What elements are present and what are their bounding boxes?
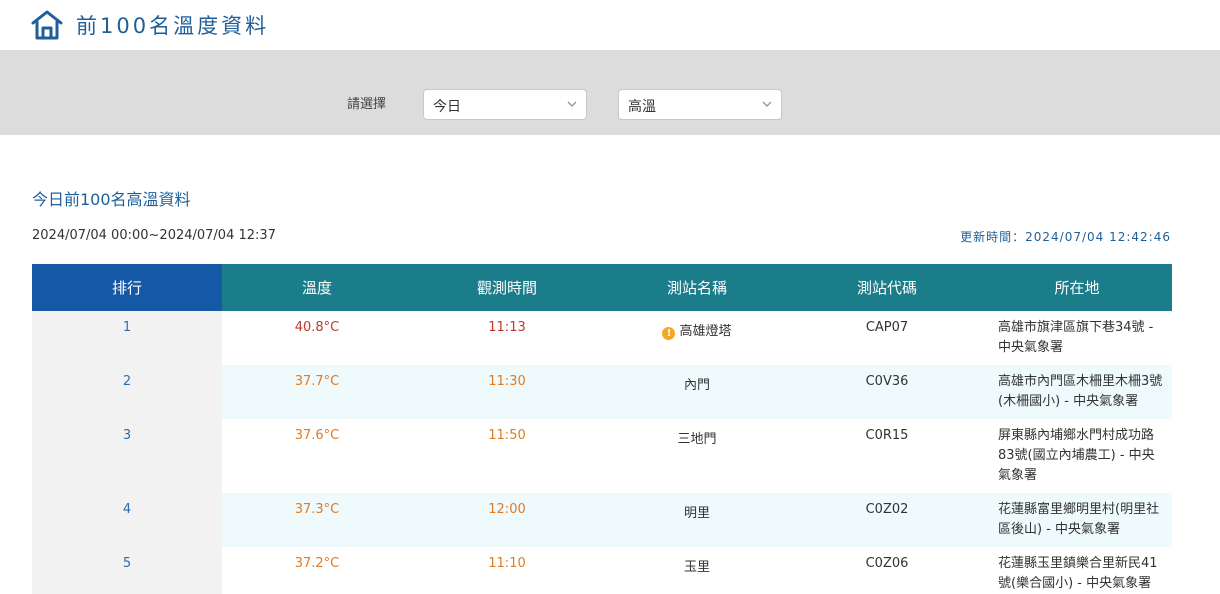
- header-station[interactable]: 測站名稱: [602, 264, 792, 311]
- cell-rank: 3: [32, 419, 222, 493]
- day-select-value: 今日: [433, 99, 461, 115]
- cell-location: 花蓮縣玉里鎮樂合里新民41號(樂合國小) - 中央氣象署: [982, 547, 1172, 594]
- cell-station[interactable]: ! 高雄燈塔: [602, 311, 792, 365]
- cell-code-text: C0V36: [865, 374, 909, 389]
- cell-location-text: 高雄市旗津區旗下巷34號 - 中央氣象署: [998, 320, 1154, 355]
- cell-location-text: 屏東縣內埔鄉水門村成功路83號(國立內埔農工) - 中央氣象署: [998, 428, 1155, 483]
- cell-code-text: CAP07: [865, 320, 909, 335]
- update-label: 更新時間：: [960, 230, 1026, 244]
- header-time[interactable]: 觀測時間: [412, 264, 602, 311]
- cell-code: C0R15: [792, 419, 982, 493]
- cell-time: 11:30: [412, 365, 602, 419]
- cell-location-text: 花蓮縣玉里鎮樂合里新民41號(樂合國小) - 中央氣象署: [998, 556, 1158, 591]
- cell-code-text: C0Z02: [865, 502, 909, 517]
- temperature-table: 排行 溫度 觀測時間 測站名稱 測站代碼 所在地 1 40.8°C 11:13! 高雄…: [32, 264, 1172, 594]
- cell-temp: 40.8°C: [222, 311, 412, 365]
- cell-station[interactable]: 三地門: [602, 419, 792, 493]
- cell-station-text: 高雄燈塔: [679, 324, 732, 339]
- header-code[interactable]: 測站代碼: [792, 264, 982, 311]
- cell-time-text: 11:50: [488, 428, 526, 443]
- cell-temp: 37.7°C: [222, 365, 412, 419]
- cell-code: C0V36: [792, 365, 982, 419]
- cell-location-text: 花蓮縣富里鄉明里村(明里社區後山) - 中央氣象署: [998, 502, 1160, 537]
- header-temp[interactable]: 溫度: [222, 264, 412, 311]
- chevron-down-icon: [762, 101, 772, 107]
- table-row: 2 37.7°C 11:30 內門 C0V36 高雄市內門區木柵里木柵3號(木柵國小) -…: [32, 365, 1172, 419]
- chevron-down-icon: [567, 101, 577, 107]
- filter-bar: 請選擇 今日 高溫: [0, 50, 1220, 135]
- cell-rank-text: 3: [122, 428, 132, 443]
- cell-station-text: 三地門: [677, 432, 717, 447]
- cell-location: 高雄市內門區木柵里木柵3號(木柵國小) - 中央氣象署: [982, 365, 1172, 419]
- cell-temp: 37.3°C: [222, 493, 412, 547]
- cell-station-text: 明里: [683, 506, 710, 521]
- cell-station[interactable]: 明里: [602, 493, 792, 547]
- table-header-row: 排行 溫度 觀測時間 測站名稱 測站代碼 所在地: [32, 264, 1172, 311]
- cell-time-text: 11:30: [488, 374, 526, 389]
- type-select-value: 高溫: [628, 99, 656, 115]
- cell-code: C0Z06: [792, 547, 982, 594]
- cell-temp-text: 40.8°C: [294, 320, 340, 335]
- cell-temp: 37.2°C: [222, 547, 412, 594]
- cell-station-text: 玉里: [683, 560, 710, 575]
- home-icon[interactable]: [30, 8, 64, 42]
- cell-temp-text: 37.2°C: [294, 556, 340, 571]
- warning-icon: !: [662, 327, 676, 340]
- header-rank[interactable]: 排行: [32, 264, 222, 311]
- cell-rank: 4: [32, 493, 222, 547]
- cell-location: 屏東縣內埔鄉水門村成功路83號(國立內埔農工) - 中央氣象署: [982, 419, 1172, 493]
- cell-time-text: 11:10: [488, 556, 526, 571]
- cell-station-text: 內門: [683, 378, 710, 393]
- cell-time: 11:10: [412, 547, 602, 594]
- cell-rank-text: 4: [122, 502, 132, 517]
- filter-label: 請選擇: [347, 97, 387, 112]
- header-location[interactable]: 所在地: [982, 264, 1172, 311]
- cell-time: 12:00: [412, 493, 602, 547]
- cell-code-text: C0Z06: [865, 556, 909, 571]
- cell-rank: 5: [32, 547, 222, 594]
- cell-time-text: 12:00: [488, 502, 526, 517]
- cell-location: 高雄市旗津區旗下巷34號 - 中央氣象署: [982, 311, 1172, 365]
- cell-temp-text: 37.3°C: [294, 502, 340, 517]
- table-row: 3 37.6°C 11:50 三地門 C0R15 屏東縣內埔鄉水門村成功路83號(國立內埔…: [32, 419, 1172, 493]
- cell-rank: 1: [32, 311, 222, 365]
- cell-temp-text: 37.7°C: [294, 374, 340, 389]
- cell-code-text: C0R15: [865, 428, 909, 443]
- table-row: 4 37.3°C 12:00 明里 C0Z02 花蓮縣富里鄉明里村(明里社區後山) - 中…: [32, 493, 1172, 547]
- section-title: 今日前100名高溫資料: [32, 190, 191, 209]
- cell-location: 花蓮縣富里鄉明里村(明里社區後山) - 中央氣象署: [982, 493, 1172, 547]
- update-value: 2024/07/04 12:42:46: [1025, 230, 1171, 244]
- table-row: 5 37.2°C 11:10 玉里 C0Z06 花蓮縣玉里鎮樂合里新民41號(樂合國小) …: [32, 547, 1172, 594]
- cell-rank-text: 5: [122, 556, 132, 571]
- cell-station[interactable]: 內門: [602, 365, 792, 419]
- cell-temp: 37.6°C: [222, 419, 412, 493]
- cell-code: CAP07: [792, 311, 982, 365]
- cell-time-text: 11:13: [488, 320, 526, 335]
- cell-time: 11:13: [412, 311, 602, 365]
- cell-temp-text: 37.6°C: [294, 428, 340, 443]
- page-title: 前100名溫度資料: [76, 14, 270, 38]
- table-row: 1 40.8°C 11:13! 高雄燈塔 CAP07 高雄市旗津區旗下巷34號 - 中央氣…: [32, 311, 1172, 365]
- day-select[interactable]: 今日: [423, 89, 587, 120]
- cell-station[interactable]: 玉里: [602, 547, 792, 594]
- cell-code: C0Z02: [792, 493, 982, 547]
- cell-time: 11:50: [412, 419, 602, 493]
- update-time: 更新時間：2024/07/04 12:42:46: [960, 228, 1171, 245]
- time-range: 2024/07/04 00:00~2024/07/04 12:37: [32, 228, 276, 243]
- cell-rank: 2: [32, 365, 222, 419]
- type-select[interactable]: 高溫: [618, 89, 782, 120]
- page-header: 前100名溫度資料: [0, 0, 1220, 50]
- cell-location-text: 高雄市內門區木柵里木柵3號(木柵國小) - 中央氣象署: [998, 374, 1163, 409]
- cell-rank-text: 2: [122, 374, 132, 389]
- cell-rank-text: 1: [122, 320, 132, 335]
